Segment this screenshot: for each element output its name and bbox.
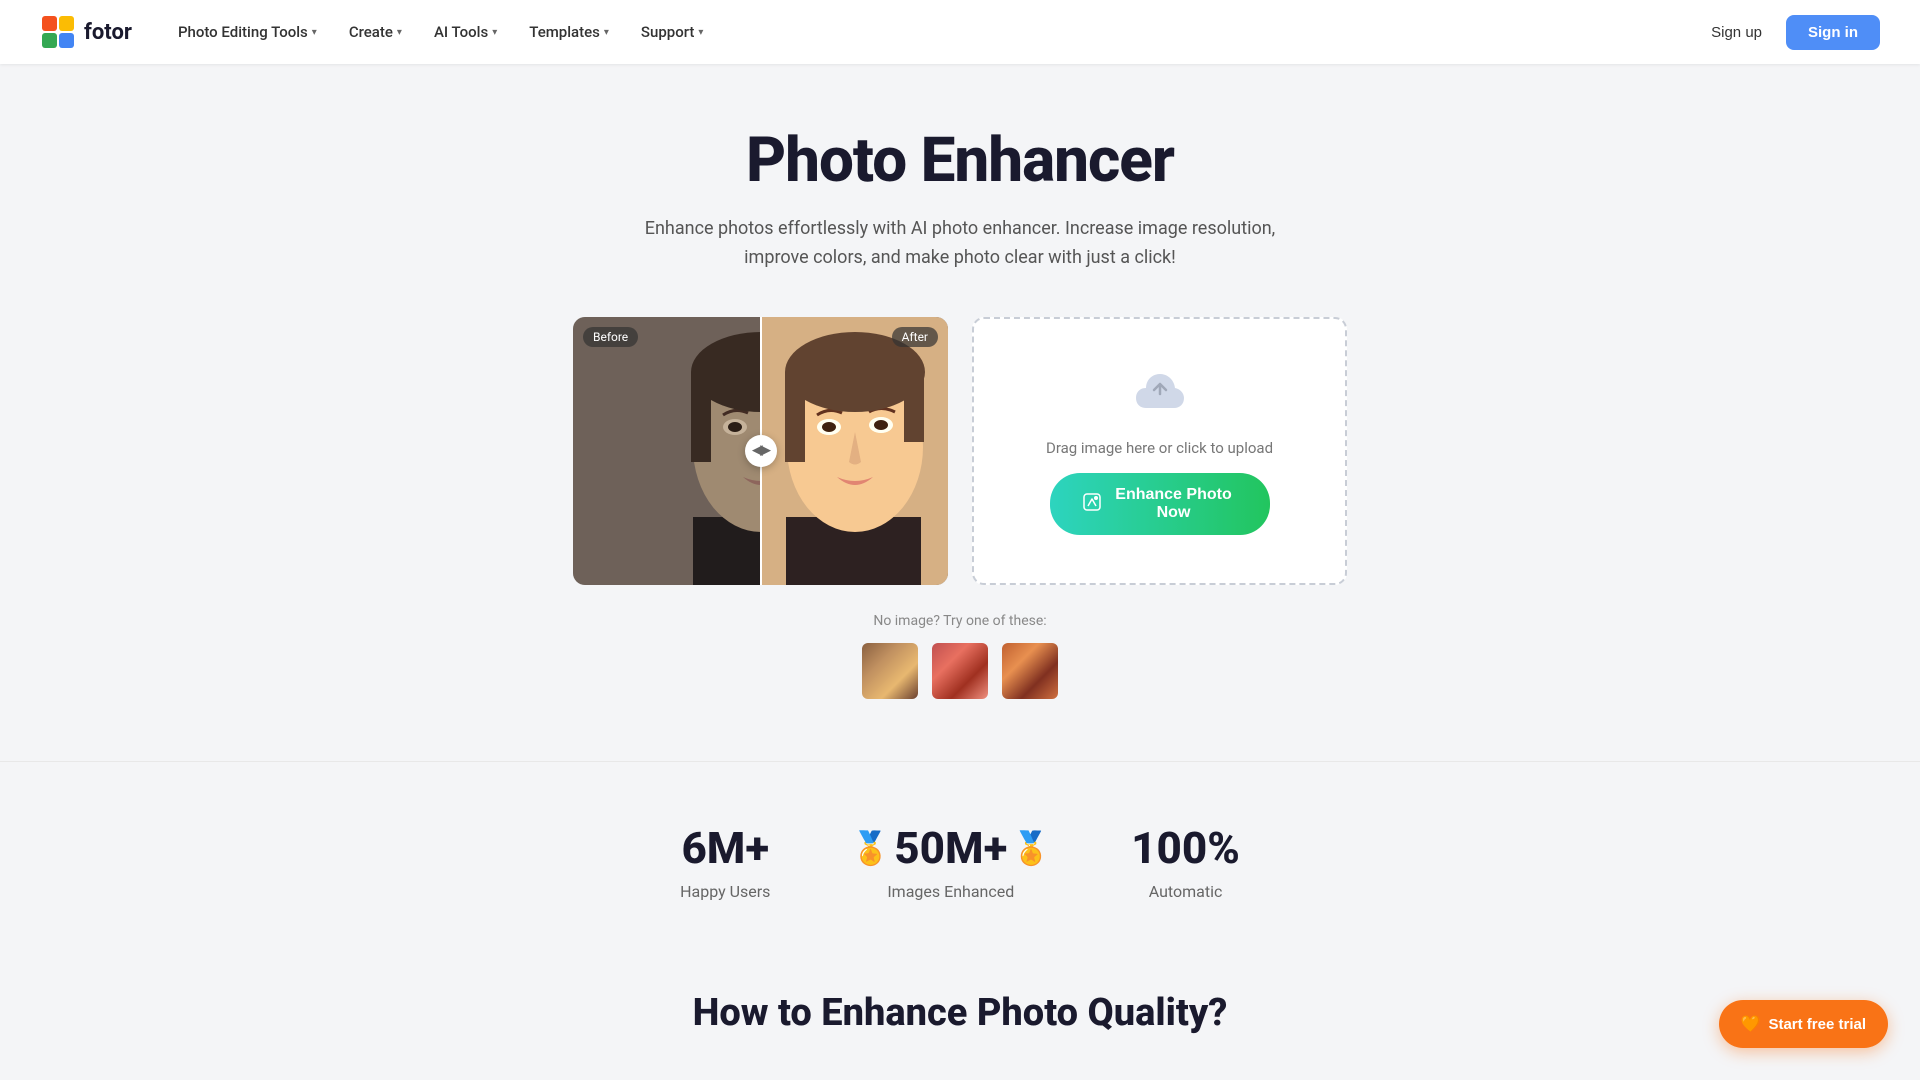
laurel-left-icon: 🏅	[850, 829, 890, 867]
slider-handle[interactable]: ◀▶	[745, 435, 777, 467]
samples-label: No image? Try one of these:	[873, 613, 1046, 629]
label-after: After	[892, 327, 938, 347]
sample-image-2[interactable]	[930, 641, 990, 701]
main-content-row: Before After ◀▶ Drag image here or click…	[560, 317, 1360, 585]
slider-arrows-icon: ◀▶	[753, 443, 769, 458]
start-free-trial-button[interactable]: 🧡 Start free trial	[1719, 1000, 1888, 1048]
stat-number-1: 50M+	[894, 822, 1007, 874]
laurel-decoration: 🏅 50M+ 🏅	[850, 822, 1051, 874]
before-after-slider[interactable]: Before After ◀▶	[573, 317, 948, 585]
signin-button[interactable]: Sign in	[1786, 15, 1880, 50]
upload-drag-text: Drag image here or click to upload	[1046, 439, 1273, 457]
nav-actions: Sign up Sign in	[1699, 15, 1880, 50]
samples-row	[860, 641, 1060, 701]
nav-item-support[interactable]: Support ▾	[627, 15, 718, 49]
logo-link[interactable]: fotor	[40, 14, 132, 50]
upload-cloud-icon	[1134, 366, 1186, 412]
chevron-down-icon: ▾	[397, 27, 402, 38]
how-to-heading: How to Enhance Photo Quality?	[0, 961, 1920, 1045]
chevron-down-icon: ▾	[604, 27, 609, 38]
nav-links: Photo Editing Tools ▾ Create ▾ AI Tools …	[164, 15, 1699, 49]
logo-icon	[40, 14, 76, 50]
heart-icon: 🧡	[1741, 1014, 1761, 1034]
stat-label-0: Happy Users	[680, 882, 770, 901]
enhance-icon	[1082, 492, 1102, 517]
after-photo-svg	[761, 317, 949, 585]
floating-trial-label: Start free trial	[1768, 1016, 1866, 1033]
stat-label-1: Images Enhanced	[887, 882, 1014, 901]
label-before: Before	[583, 327, 638, 347]
stat-automatic: 100% Automatic	[1131, 822, 1240, 901]
hero-section: Photo Enhancer Enhance photos effortless…	[0, 64, 1920, 741]
chevron-down-icon: ▾	[312, 27, 317, 38]
hero-subtitle: Enhance photos effortlessly with AI phot…	[620, 215, 1300, 273]
stat-happy-users: 6M+ Happy Users	[680, 822, 770, 901]
laurel-right-icon: 🏅	[1011, 829, 1051, 867]
signup-button[interactable]: Sign up	[1699, 16, 1774, 49]
chevron-down-icon: ▾	[698, 27, 703, 38]
photo-after	[761, 317, 949, 585]
stat-images-enhanced: 🏅 50M+ 🏅 Images Enhanced	[850, 822, 1051, 901]
upload-dropzone[interactable]: Drag image here or click to upload Enhan…	[972, 317, 1347, 585]
enhance-button-icon	[1082, 492, 1102, 512]
stat-number-0: 6M+	[681, 822, 769, 874]
logo-text: fotor	[84, 20, 132, 45]
nav-item-ai-tools[interactable]: AI Tools ▾	[420, 15, 511, 49]
enhance-photo-button[interactable]: Enhance Photo Now	[1050, 473, 1270, 535]
stat-label-2: Automatic	[1149, 882, 1223, 901]
upload-icon	[1134, 366, 1186, 423]
chevron-down-icon: ▾	[492, 27, 497, 38]
sample-image-3[interactable]	[1000, 641, 1060, 701]
stats-section: 6M+ Happy Users 🏅 50M+ 🏅 Images Enhanced…	[0, 761, 1920, 961]
sample-image-1[interactable]	[860, 641, 920, 701]
samples-section: No image? Try one of these:	[860, 613, 1060, 701]
stat-number-2: 100%	[1131, 822, 1240, 874]
navbar: fotor Photo Editing Tools ▾ Create ▾ AI …	[0, 0, 1920, 64]
nav-item-create[interactable]: Create ▾	[335, 15, 416, 49]
nav-item-photo-editing[interactable]: Photo Editing Tools ▾	[164, 15, 331, 49]
nav-item-templates[interactable]: Templates ▾	[515, 15, 623, 49]
enhance-button-label: Enhance Photo Now	[1110, 486, 1238, 522]
page-title: Photo Enhancer	[746, 124, 1174, 197]
